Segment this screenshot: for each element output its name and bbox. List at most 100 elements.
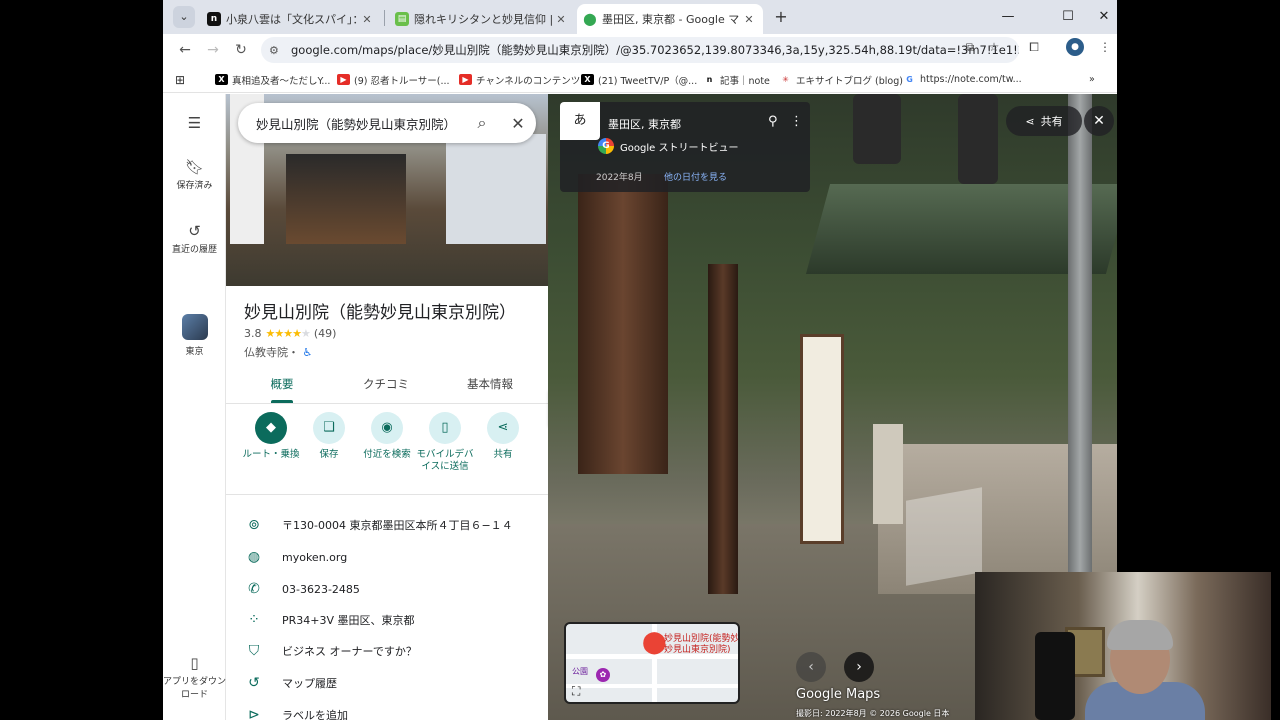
bookmark-star-icon[interactable]: ☆ xyxy=(985,38,1003,56)
bookmark-1[interactable]: X 真相追及者～ただしY... xyxy=(215,71,330,88)
address-row[interactable]: ⊚ 〒130-0004 東京都墨田区本所４丁目６−１４ xyxy=(226,510,548,540)
mm-label-line2: 妙見山東京別院) xyxy=(664,645,731,655)
profile-avatar[interactable]: ● xyxy=(1066,38,1084,56)
website-row[interactable]: ◍ myoken.org xyxy=(226,542,548,572)
close-icon[interactable]: ✕ xyxy=(500,114,536,133)
sv-close-button[interactable]: ✕ xyxy=(1084,106,1114,136)
active-tab-indicator xyxy=(271,400,293,403)
sv-gate xyxy=(578,174,668,474)
bookmark-3[interactable]: ▶ チャンネルのコンテンツ... xyxy=(459,71,589,88)
plus-code-row[interactable]: ⁘ PR34+3V 墨田区、東京都 xyxy=(226,605,548,635)
tab-1[interactable]: n 小泉八雲は「文化スパイ」：果 ✕ xyxy=(201,4,381,34)
category-label[interactable]: 仏教寺院・ xyxy=(244,346,299,359)
rail-recent-label: 直近の履歴 xyxy=(171,245,217,255)
minimize-button[interactable]: — xyxy=(993,6,1023,28)
tab-overview[interactable]: 概要 xyxy=(232,376,332,392)
chevron-right-icon[interactable]: › xyxy=(844,652,874,682)
maps-history-row[interactable]: ↺ マップ履歴 xyxy=(226,668,548,698)
add-label-row[interactable]: ⊳ ラベルを追加 xyxy=(226,700,548,720)
maximize-button[interactable]: ☐ xyxy=(1053,6,1083,28)
bookmark-2[interactable]: ▶ (9) 忍者トルーサー(... xyxy=(337,71,450,88)
mm-label-line1: 妙見山別院(能勢妙見山東京別 xyxy=(664,634,740,644)
rail-recent[interactable]: ↺ 直近の履歴 xyxy=(163,222,226,255)
tab-about[interactable]: 基本情報 xyxy=(440,376,540,392)
rail-recent-place[interactable]: 東京 xyxy=(163,314,226,357)
input-method-button[interactable]: あ xyxy=(560,102,600,140)
close-icon[interactable]: ✕ xyxy=(359,13,375,26)
tab-title: 隠れキリシタンと妙見信仰 | 中山 xyxy=(414,13,553,26)
chevron-left-icon[interactable]: ‹ xyxy=(796,652,826,682)
save-button[interactable]: ❑ 保存 xyxy=(298,412,360,461)
share-icon: ⋖ xyxy=(487,412,519,444)
search-box[interactable]: 妙見山別院（能勢妙見山東京別院） ⌕ ✕ xyxy=(238,103,536,143)
street-view-header: あ 墨田区, 東京都 ⚲ ⋮ G Google ストリートビュー 2022年8月… xyxy=(560,102,810,192)
rail-app-download[interactable]: ▯ アプリをダウンロード xyxy=(163,654,226,700)
address-bar[interactable]: ⚙ google.com/maps/place/妙見山別院（能勢妙見山東京別院）… xyxy=(261,37,1019,63)
sv-sign xyxy=(800,334,844,544)
phone-download-icon: ▯ xyxy=(190,654,199,672)
category-row: 仏教寺院・ ♿︎ xyxy=(244,344,312,360)
sv-address: 墨田区, 東京都 xyxy=(608,118,681,131)
bookmark-7[interactable]: Ghttps://note.com/tw... xyxy=(903,71,1022,88)
expand-icon[interactable]: ⛶ xyxy=(572,684,580,699)
share-button[interactable]: ⋖ 共有 xyxy=(472,412,534,461)
sv-share-button[interactable]: ⋖ 共有 xyxy=(1006,106,1082,136)
back-icon[interactable]: ← xyxy=(173,38,197,62)
rating-value: 3.8 xyxy=(244,327,262,340)
tab-2[interactable]: ▤ 隠れキリシタンと妙見信仰 | 中山 ✕ xyxy=(389,4,575,34)
nearby-button[interactable]: ◉ 付近を検索 xyxy=(356,412,418,461)
search-input[interactable]: 妙見山別院（能勢妙見山東京別院） xyxy=(256,114,464,133)
other-dates-link[interactable]: 他の日付を見る xyxy=(664,170,727,183)
bookmark-label: https://note.com/tw... xyxy=(920,74,1022,85)
install-app-icon[interactable]: ⧉ xyxy=(961,38,979,56)
doc-favicon-icon: ▤ xyxy=(395,12,409,26)
directions-button[interactable]: ◆ ルート・乗換 xyxy=(240,412,302,461)
menu-kebab-icon[interactable]: ⋮ xyxy=(1096,38,1114,56)
tab-3-active[interactable]: ⬤ 墨田区, 東京都 - Google マップ ✕ xyxy=(577,4,763,34)
bookmark-4[interactable]: X (21) TweetTV/P（@... xyxy=(581,71,697,88)
temple-building xyxy=(286,154,406,244)
nearby-icon: ◉ xyxy=(371,412,403,444)
menu-hamburger-icon[interactable]: ☰ xyxy=(163,114,226,134)
tab-separator xyxy=(384,10,385,26)
apartment-building xyxy=(446,134,546,244)
phone-text: 03-3623-2485 xyxy=(282,582,360,596)
tab-search-button[interactable]: ⌄ xyxy=(173,6,195,28)
google-maps-logo: Google Maps xyxy=(796,687,881,702)
minimap[interactable]: ⬤ 妙見山別院(能勢妙見山東京別 妙見山東京別院) 公園 ✿ ⛶ xyxy=(564,622,740,704)
claim-business-text: ビジネス オーナーですか？ xyxy=(282,645,417,658)
bookmark-label: 記事｜note xyxy=(720,75,770,87)
tab-reviews[interactable]: クチコミ xyxy=(336,376,436,392)
close-icon[interactable]: ✕ xyxy=(553,13,569,26)
extensions-icon[interactable]: ⧠ xyxy=(1025,38,1043,56)
bookmark-6[interactable]: ✳ エキサイトブログ (blog)... xyxy=(779,71,912,88)
location-pin-icon[interactable]: ⚲ xyxy=(768,114,778,129)
rating-row[interactable]: 3.8 ★★★★★ (49) xyxy=(244,327,336,340)
more-bookmarks-icon[interactable]: » xyxy=(1089,71,1095,88)
phone-row[interactable]: ✆ 03-3623-2485 xyxy=(226,574,548,604)
review-count: (49) xyxy=(313,327,337,340)
website-text: myoken.org xyxy=(282,550,348,564)
bookmark-5[interactable]: n 記事｜note xyxy=(703,71,770,88)
claim-business-row[interactable]: ⛉ ビジネス オーナーですか？ xyxy=(226,636,548,666)
apps-grid-icon[interactable]: ⊞ xyxy=(175,71,185,88)
send-to-phone-button[interactable]: ▯ モバイルデバイスに送信 xyxy=(414,412,476,473)
plus-code-text: PR34+3V 墨田区、東京都 xyxy=(282,614,415,627)
close-window-button[interactable]: ✕ xyxy=(1089,6,1117,28)
more-options-icon[interactable]: ⋮ xyxy=(790,114,803,129)
recent-place-thumbnail xyxy=(181,314,208,340)
reload-icon[interactable]: ↻ xyxy=(229,38,253,62)
rail-saved[interactable]: 🔖︎ 保存済み xyxy=(163,158,226,191)
divider xyxy=(226,494,548,495)
person-hair xyxy=(1107,620,1173,650)
new-tab-button[interactable]: + xyxy=(769,6,793,28)
site-info-icon[interactable]: ⚙ xyxy=(269,44,291,57)
forward-icon[interactable]: → xyxy=(201,38,225,62)
close-icon[interactable]: ✕ xyxy=(741,13,757,26)
search-icon[interactable]: ⌕ xyxy=(464,113,500,133)
place-photo[interactable]: 妙見山別院（能勢妙見山東京別院） ⌕ ✕ xyxy=(226,94,548,286)
bookmark-label: 真相追及者～ただしY... xyxy=(232,75,331,87)
sv-traffic-light xyxy=(958,94,998,184)
rail-saved-label: 保存済み xyxy=(176,181,213,191)
shield-icon: ⛉ xyxy=(248,643,260,659)
